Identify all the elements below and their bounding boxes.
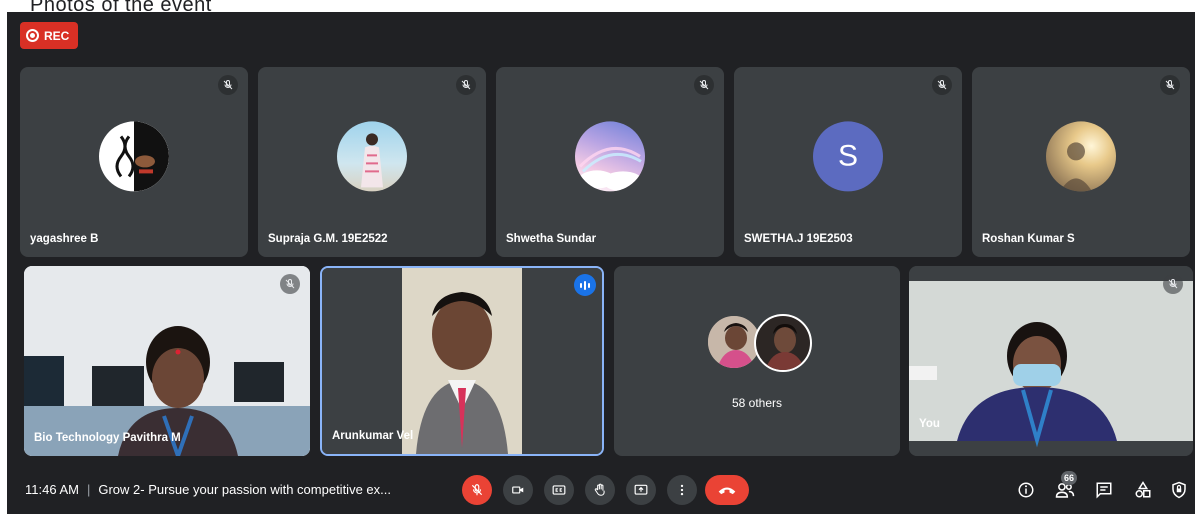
meeting-title[interactable]: Grow 2- Pursue your passion with competi… <box>98 482 391 497</box>
activities-button[interactable] <box>1131 478 1155 502</box>
shield-lock-icon <box>1172 481 1186 499</box>
microphone-toggle-button[interactable] <box>462 475 492 505</box>
video-camera-icon <box>512 486 524 494</box>
chat-icon <box>1096 482 1112 499</box>
participant-tile[interactable]: Supraja G.M. 19E2522 <box>258 67 486 257</box>
avatar <box>1046 121 1116 192</box>
mic-off-icon <box>1160 75 1180 95</box>
participant-tile[interactable]: Roshan Kumar S <box>972 67 1190 257</box>
avatar <box>575 121 645 192</box>
recording-label: REC <box>44 28 70 43</box>
host-controls-button[interactable] <box>1167 478 1191 502</box>
video-feed <box>24 266 310 456</box>
participant-count-badge: 66 <box>1061 471 1078 485</box>
participants-button[interactable]: 66 <box>1053 471 1078 502</box>
clock-time: 11:46 AM <box>25 482 79 497</box>
avatar <box>337 121 407 192</box>
closed-captions-icon <box>552 485 566 495</box>
self-video-tile[interactable]: You <box>909 266 1193 456</box>
hand-icon <box>594 483 605 496</box>
video-feed <box>909 266 1193 456</box>
participant-name: Shwetha Sundar <box>506 233 597 245</box>
participant-tile[interactable]: Shwetha Sundar <box>496 67 724 257</box>
separator: | <box>86 482 91 497</box>
letter-avatar: S <box>813 121 883 192</box>
avatar <box>99 121 169 192</box>
participant-name: yagashree B <box>30 233 99 245</box>
others-avatar <box>754 314 812 372</box>
mic-off-icon <box>1163 274 1183 294</box>
mic-off-icon <box>694 75 714 95</box>
shapes-icon <box>1135 481 1151 498</box>
raise-hand-button[interactable] <box>585 475 615 505</box>
meeting-stage: REC yagashree B Supraja G.M. 19E2522 Shw… <box>7 12 1195 514</box>
participant-name: SWETHA.J 19E2503 <box>744 233 853 245</box>
participant-tile[interactable]: yagashree B <box>20 67 248 257</box>
present-screen-icon <box>634 484 648 495</box>
others-tile[interactable]: 58 others <box>614 266 900 456</box>
mic-off-icon <box>932 75 952 95</box>
participant-video-tile[interactable]: Bio Technology Pavithra M <box>24 266 310 456</box>
participant-name: Arunkumar Vel <box>332 430 414 442</box>
others-count-label: 58 others <box>731 396 783 410</box>
info-icon <box>1018 482 1034 498</box>
leave-call-button[interactable] <box>705 475 749 505</box>
more-vertical-icon <box>680 484 684 496</box>
meeting-info-button[interactable] <box>1014 478 1038 502</box>
participant-tile[interactable]: S SWETHA.J 19E2503 <box>734 67 962 257</box>
participant-name: Supraja G.M. 19E2522 <box>268 233 388 245</box>
video-feed <box>322 268 602 454</box>
participant-name: You <box>919 418 940 430</box>
camera-toggle-button[interactable] <box>503 475 533 505</box>
present-screen-button[interactable] <box>626 475 656 505</box>
chat-button[interactable] <box>1092 478 1116 502</box>
recording-indicator: REC <box>20 22 79 49</box>
control-bar: 11:46 AM | Grow 2- Pursue your passion w… <box>7 467 1195 514</box>
phone-hangup-icon <box>718 487 736 495</box>
record-icon <box>26 29 39 42</box>
speaking-indicator-icon <box>574 274 596 296</box>
mic-off-icon <box>280 274 300 294</box>
participant-name: Bio Technology Pavithra M <box>34 432 181 444</box>
mic-off-icon <box>471 484 483 496</box>
mic-off-icon <box>218 75 238 95</box>
captions-button[interactable] <box>544 475 574 505</box>
participant-name: Roshan Kumar S <box>982 233 1075 245</box>
participant-video-tile[interactable]: Arunkumar Vel <box>320 266 604 456</box>
more-options-button[interactable] <box>667 475 697 505</box>
mic-off-icon <box>456 75 476 95</box>
meeting-details: 11:46 AM | Grow 2- Pursue your passion w… <box>25 482 391 497</box>
